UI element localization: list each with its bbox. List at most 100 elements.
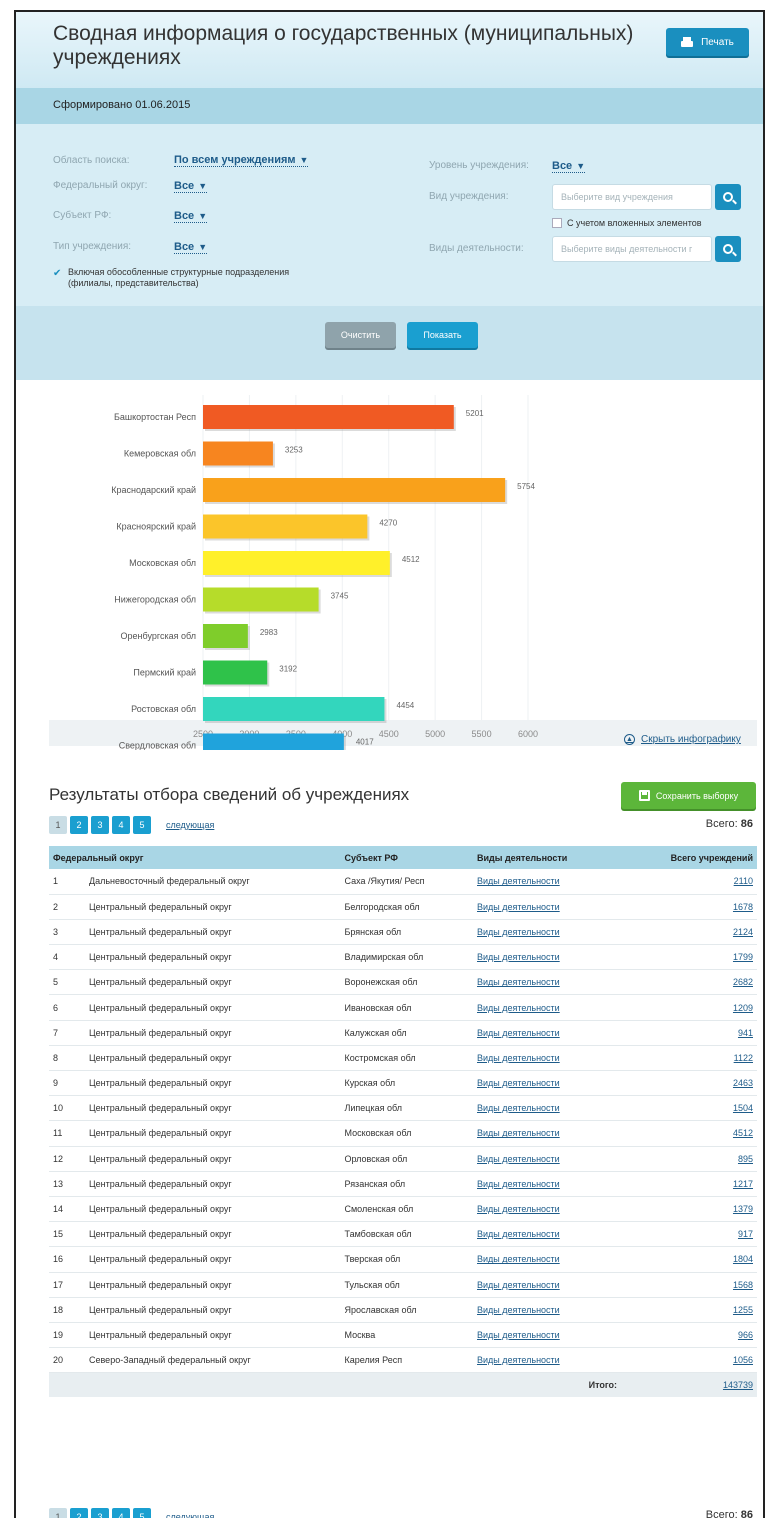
page-button[interactable]: 5 (133, 816, 151, 834)
total-cell[interactable]: 1209 (733, 1003, 753, 1013)
kind-search-button[interactable] (715, 184, 741, 210)
total-cell[interactable]: 941 (738, 1028, 753, 1038)
activities-link[interactable]: Виды деятельности (477, 1355, 560, 1365)
row-number: 20 (53, 1355, 64, 1366)
row-number-wrap: 11 (49, 1120, 85, 1147)
caret-down-icon: ▼ (198, 181, 208, 191)
total-cell[interactable]: 1799 (733, 952, 753, 962)
row-number: 16 (53, 1254, 64, 1265)
page-button[interactable]: 4 (112, 1508, 130, 1518)
sum-value[interactable]: 143739 (723, 1380, 753, 1390)
total-count: Всего: 86 (706, 1509, 753, 1518)
action-bar: Очистить Показать (16, 306, 763, 380)
nested-checkbox[interactable] (552, 218, 562, 228)
type-dropdown[interactable]: Все ▼ (174, 241, 208, 254)
level-dropdown[interactable]: Все ▼ (552, 160, 586, 173)
col-federal-district[interactable]: Федеральный округ (49, 846, 340, 869)
show-button[interactable]: Показать (407, 322, 478, 348)
total-cell[interactable]: 895 (738, 1154, 753, 1164)
activities-link[interactable]: Виды деятельности (477, 902, 560, 912)
row-number: 12 (53, 1153, 64, 1164)
federal-district-dropdown[interactable]: Все ▼ (174, 180, 208, 193)
checkmark-icon[interactable]: ✔ (53, 268, 61, 279)
save-selection-button[interactable]: Сохранить выборку (621, 782, 756, 809)
col-activities[interactable]: Виды деятельности (473, 846, 621, 869)
activities-link-wrap: Виды деятельности (473, 894, 621, 920)
total-cell[interactable]: 1255 (733, 1305, 753, 1315)
total-cell[interactable]: 4512 (733, 1128, 753, 1138)
activities-link[interactable]: Виды деятельности (477, 1128, 560, 1138)
activities-link[interactable]: Виды деятельности (477, 977, 560, 987)
subject-cell-wrap: Ивановская обл (340, 994, 474, 1021)
federal-district-cell: Дальневосточный федеральный округ (89, 876, 250, 887)
activities-link[interactable]: Виды деятельности (477, 1204, 560, 1214)
page-button[interactable]: 5 (133, 1508, 151, 1518)
activities-link[interactable]: Виды деятельности (477, 1305, 560, 1315)
total-cell[interactable]: 1056 (733, 1355, 753, 1365)
kind-input[interactable]: Выберите вид учреждения (552, 184, 712, 210)
federal-district-cell-wrap: Центральный федеральный округ (85, 944, 341, 971)
page-button[interactable]: 3 (91, 816, 109, 834)
total-cell[interactable]: 1568 (733, 1280, 753, 1290)
activities-link[interactable]: Виды деятельности (477, 1078, 560, 1088)
subject-dropdown[interactable]: Все ▼ (174, 210, 208, 223)
activities-link[interactable]: Виды деятельности (477, 1280, 560, 1290)
total-cell[interactable]: 1804 (733, 1254, 753, 1264)
activity-search-button[interactable] (715, 236, 741, 262)
activities-link[interactable]: Виды деятельности (477, 1103, 560, 1113)
data-label: 3745 (331, 592, 349, 601)
page-button[interactable]: 4 (112, 816, 130, 834)
page-button[interactable]: 2 (70, 816, 88, 834)
page-button[interactable]: 1 (49, 1508, 67, 1518)
total-cell[interactable]: 2110 (734, 876, 753, 886)
bar (203, 478, 506, 502)
activity-input[interactable]: Выберите виды деятельности г (552, 236, 712, 262)
subject-cell: Москва (344, 1329, 376, 1340)
activities-link[interactable]: Виды деятельности (477, 927, 560, 937)
federal-district-cell: Центральный федеральный округ (89, 1304, 232, 1315)
activities-link[interactable]: Виды деятельности (477, 1330, 560, 1340)
total-cell[interactable]: 2463 (733, 1078, 753, 1088)
activities-link[interactable]: Виды деятельности (477, 1028, 560, 1038)
next-page-link[interactable]: следующая (166, 820, 214, 830)
activities-link[interactable]: Виды деятельности (477, 1179, 560, 1189)
total-cell-wrap: 1678 (620, 894, 757, 920)
activities-link[interactable]: Виды деятельности (477, 1053, 560, 1063)
category-label: Красноярский край (116, 522, 196, 532)
total-cell-wrap: 1217 (620, 1171, 757, 1197)
total-cell[interactable]: 1379 (733, 1204, 753, 1214)
total-cell[interactable]: 1217 (733, 1179, 753, 1189)
subject-cell-wrap: Владимирская обл (340, 944, 474, 971)
next-page-link[interactable]: следующая (166, 1512, 214, 1518)
total-cell[interactable]: 2682 (733, 977, 753, 987)
col-subject[interactable]: Субъект РФ (340, 846, 473, 869)
page-header: Сводная информация о государственных (му… (16, 12, 763, 88)
activities-link[interactable]: Виды деятельности (477, 952, 560, 962)
activities-link[interactable]: Виды деятельности (477, 1003, 560, 1013)
col-total[interactable]: Всего учреждений (621, 846, 757, 869)
subject-cell-wrap: Брянская обл (340, 919, 474, 946)
total-cell[interactable]: 1504 (733, 1103, 753, 1113)
search-area-dropdown[interactable]: По всем учреждениям ▼ (174, 154, 309, 167)
page-button[interactable]: 3 (91, 1508, 109, 1518)
row-number-wrap: 9 (49, 1070, 85, 1097)
activities-link[interactable]: Виды деятельности (477, 1229, 560, 1239)
page-button[interactable]: 1 (49, 816, 67, 834)
total-cell[interactable]: 966 (738, 1330, 753, 1340)
table-row: 1 Дальневосточный федеральный округ Саха /… (49, 869, 757, 895)
data-label: 3192 (279, 665, 297, 674)
page-button[interactable]: 2 (70, 1508, 88, 1518)
total-cell[interactable]: 1678 (733, 902, 753, 912)
total-cell[interactable]: 2124 (733, 927, 753, 937)
total-cell[interactable]: 1122 (734, 1053, 753, 1063)
hide-infographic-link[interactable]: ▲ Скрыть инфографику (624, 734, 741, 745)
subject-cell: Ивановская обл (344, 1002, 412, 1013)
category-label: Башкортостан Респ (114, 412, 196, 422)
table-row: 4 Центральный федеральный округ Владимирск… (49, 944, 757, 971)
total-cell[interactable]: 917 (738, 1229, 753, 1239)
print-button[interactable]: Печать (666, 28, 749, 56)
activities-link[interactable]: Виды деятельности (477, 1154, 560, 1164)
clear-button[interactable]: Очистить (325, 322, 396, 348)
activities-link[interactable]: Виды деятельности (477, 876, 560, 886)
activities-link[interactable]: Виды деятельности (477, 1254, 560, 1264)
